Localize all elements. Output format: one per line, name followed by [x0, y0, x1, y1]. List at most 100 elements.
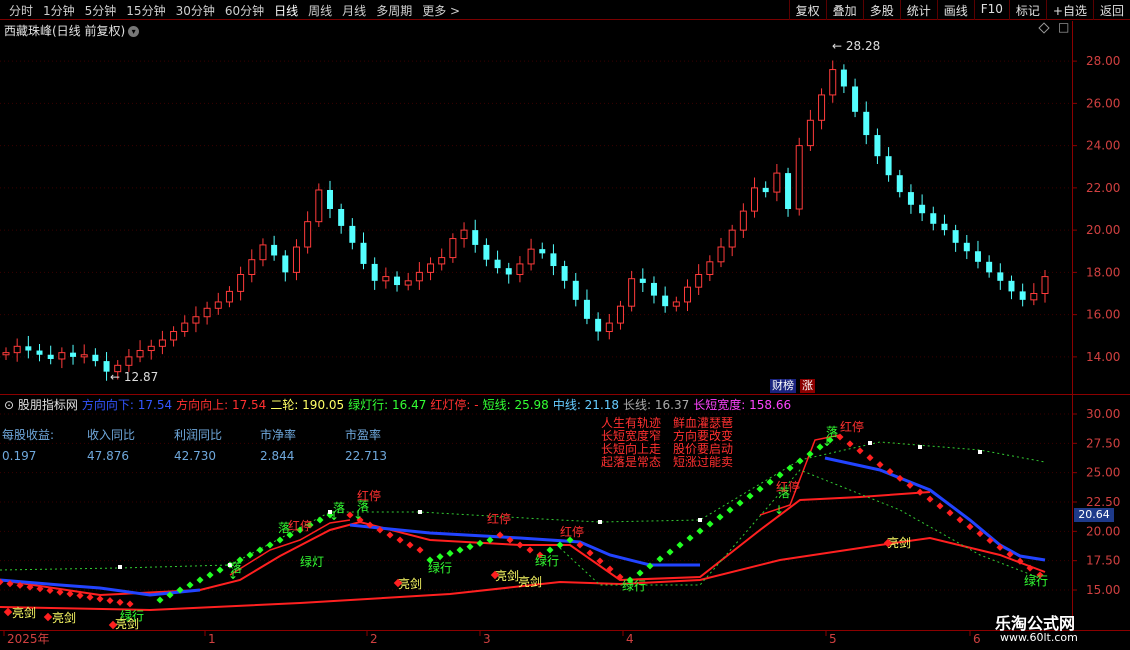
y-tick-label: 24.00 — [1086, 139, 1120, 153]
watermark-url: www.60lt.com — [1000, 631, 1078, 644]
candle-body — [561, 266, 568, 281]
fall-dot — [96, 595, 104, 603]
candle-body — [58, 352, 66, 360]
fall-dot — [416, 546, 424, 554]
candle-body — [952, 230, 959, 243]
down-arrow-icon: ↓ — [353, 508, 363, 522]
x-tick-label: 4 — [626, 632, 634, 646]
candle-body — [47, 354, 54, 359]
mid-line-red — [0, 491, 931, 597]
signal-label: 亮剑 — [12, 605, 36, 620]
fall-dot — [106, 597, 114, 605]
sword-marker — [43, 612, 53, 622]
y-tick-label: 30.00 — [1086, 407, 1120, 421]
rise-dot — [196, 576, 204, 584]
candle-body — [550, 253, 557, 267]
candle-body — [963, 242, 970, 252]
candle-body — [974, 251, 981, 262]
candle-body — [259, 244, 267, 261]
candle-body — [237, 273, 245, 292]
fall-dot — [396, 536, 404, 544]
x-tick-label: 3 — [483, 632, 491, 646]
candle-body — [1030, 293, 1038, 301]
y-tick-label: 14.00 — [1086, 350, 1120, 364]
y-tick-label: 22.00 — [1086, 181, 1120, 195]
candle-body — [874, 135, 881, 157]
candle-body — [840, 69, 847, 87]
fall-dot — [126, 600, 134, 608]
white-marker — [868, 441, 872, 445]
signal-label: 红停 — [776, 479, 800, 494]
candle-body — [2, 352, 10, 356]
candle-body — [170, 331, 178, 341]
signal-label: 红停 — [357, 488, 381, 503]
signal-label: 绿灯 — [300, 554, 324, 569]
down-arrow-icon: ↓ — [774, 503, 784, 517]
candle-body — [919, 204, 926, 214]
candle-body — [583, 299, 590, 319]
signal-label: 亮剑 — [518, 574, 542, 589]
fin-value-pe: 22.713 — [345, 449, 387, 463]
rise-badge[interactable]: 涨 — [800, 379, 815, 393]
candle-body — [595, 318, 602, 332]
white-marker — [918, 445, 922, 449]
candle-body — [192, 316, 200, 324]
candle-body — [415, 271, 423, 282]
fin-label-profit: 利润同比 — [174, 428, 223, 442]
fall-dot — [586, 549, 594, 557]
rise-dot — [446, 549, 454, 557]
x-tick-label: 2 — [370, 632, 378, 646]
candle-body — [292, 246, 300, 273]
candle-body — [539, 249, 546, 254]
down-arrow-icon: ↓ — [228, 568, 238, 582]
candle-body — [572, 280, 579, 300]
poem-right: 鲜血灌瑟琶 方向要改变 股价要启动 短涨过能卖 — [673, 417, 733, 469]
fin-value-revenue: 47.876 — [87, 449, 129, 463]
fall-dot — [116, 598, 124, 606]
x-tick-label: 6 — [973, 632, 981, 646]
indicator-name[interactable]: ⊙ 股朋指标网 — [4, 398, 78, 412]
indicator-value: 短线: 25.98 — [482, 398, 549, 412]
candle-body — [460, 229, 468, 240]
chart-canvas[interactable]: 28.00 26.00 24.00 22.00 20.00 18.00 16.00 14.00… — [0, 0, 1130, 650]
fall-dot — [386, 531, 394, 539]
candle-body — [349, 225, 356, 243]
candle-body — [404, 280, 412, 286]
signal-label: 红停 — [288, 518, 312, 533]
indicator-value: 中线: 21.18 — [552, 398, 620, 412]
candle-body — [181, 322, 189, 333]
candle-body — [70, 352, 77, 357]
y-tick-label: 28.00 — [1086, 54, 1120, 68]
candle-body — [315, 189, 323, 223]
rise-dot — [746, 492, 754, 500]
rise-dot — [636, 569, 644, 577]
y-tick-label: 15.00 — [1086, 583, 1120, 597]
candle-body — [527, 248, 535, 265]
finance-badge[interactable]: 财榜 — [770, 379, 796, 393]
high-label: ← 28.28 — [832, 39, 880, 53]
candle-body — [147, 345, 155, 352]
candle-body — [773, 172, 781, 193]
y-tick-label: 16.00 — [1086, 308, 1120, 322]
candle-body — [672, 301, 680, 307]
candle-body — [326, 189, 333, 209]
candle-body — [751, 187, 759, 212]
candle-body — [394, 276, 401, 286]
signal-label: 绿行 — [428, 560, 452, 575]
candle-body — [36, 350, 43, 355]
candle-body — [852, 86, 859, 112]
rise-dot — [796, 457, 804, 465]
indicator-value: 长线: 16.37 — [623, 398, 690, 412]
y-tick-label: 22.50 — [1086, 495, 1120, 509]
candle-body — [762, 187, 769, 193]
candle-body — [92, 354, 99, 362]
candle-body — [225, 290, 233, 303]
candle-body — [13, 345, 21, 354]
fin-value-profit: 42.730 — [174, 449, 216, 463]
signal-label: 亮剑 — [115, 616, 139, 631]
y-tick-label: 27.50 — [1086, 436, 1120, 450]
x-tick-label: 5 — [829, 632, 837, 646]
candle-body — [1019, 291, 1026, 300]
rise-dot — [686, 534, 694, 542]
candle-body — [214, 301, 222, 309]
